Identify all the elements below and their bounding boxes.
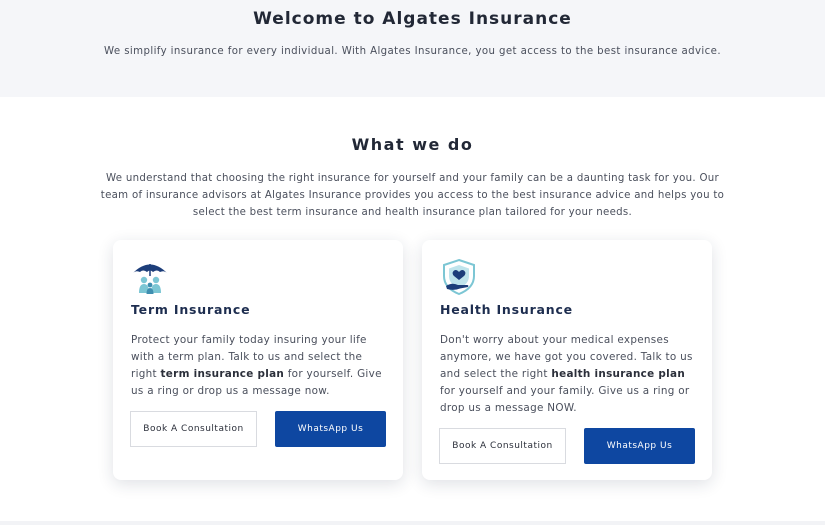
section-intro: We understand that choosing the right in… [100, 173, 725, 218]
whatsapp-button[interactable]: WhatsApp Us [584, 428, 695, 464]
card-title: Term Insurance [131, 302, 251, 317]
whatsapp-button[interactable]: WhatsApp Us [275, 411, 386, 447]
term-insurance-card: Term Insurance Protect your family today… [113, 240, 403, 480]
highlight-text: health insurance plan [551, 368, 686, 380]
hero-subtitle: We simplify insurance for every individu… [104, 46, 721, 57]
section-title: What we do [351, 135, 474, 154]
card-actions: Book A Consultation WhatsApp Us [439, 428, 695, 464]
card-description: Protect your family today insuring your … [131, 334, 382, 397]
what-we-do-section: What we do We understand that choosing t… [0, 97, 825, 221]
highlight-text: term insurance plan [160, 368, 285, 380]
shield-heart-hand-icon [443, 258, 475, 296]
hero-banner: Welcome to Algates Insurance We simplify… [0, 0, 825, 97]
card-description: Don't worry about your medical expenses … [440, 334, 693, 414]
health-insurance-card: Health Insurance Don't worry about your … [422, 240, 712, 480]
umbrella-family-icon [133, 264, 167, 294]
card-title: Health Insurance [440, 302, 573, 317]
book-consultation-button[interactable]: Book A Consultation [439, 428, 566, 464]
book-consultation-button[interactable]: Book A Consultation [130, 411, 257, 447]
section-divider [0, 521, 825, 525]
hero-title: Welcome to Algates Insurance [253, 9, 572, 29]
card-actions: Book A Consultation WhatsApp Us [130, 411, 386, 447]
